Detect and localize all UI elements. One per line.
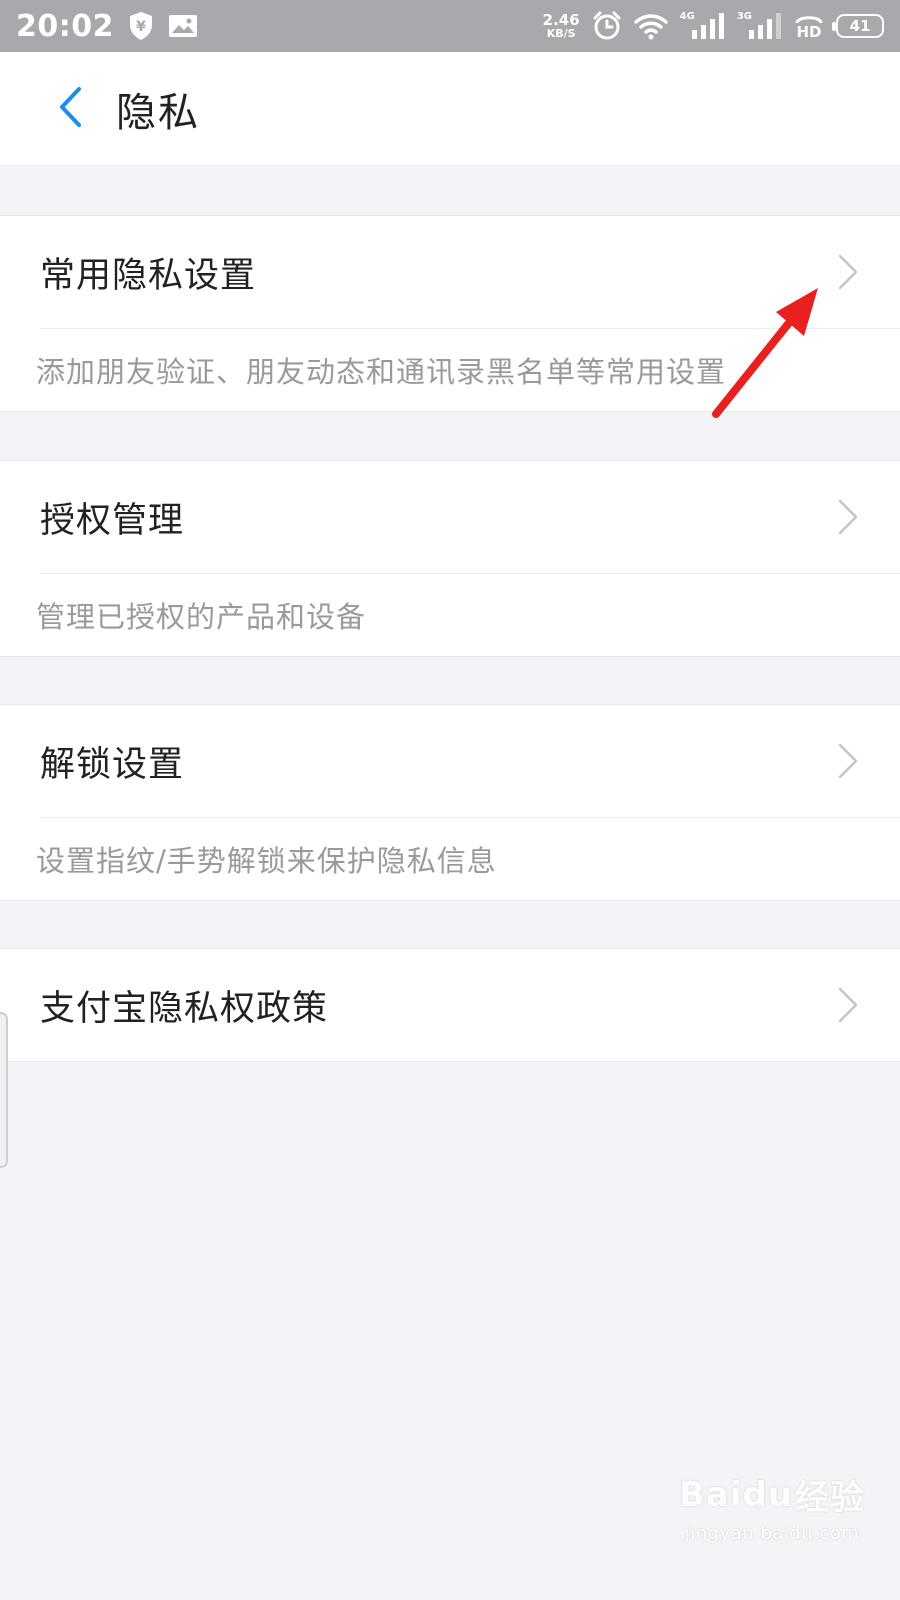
section-authorization: 授权管理 管理已授权的产品和设备 (0, 460, 900, 657)
authorization-management-label: 授权管理 (40, 500, 185, 541)
unlock-settings-label: 解锁设置 (40, 744, 185, 785)
net-speed-unit: KB/S (546, 27, 576, 40)
sim1-type: 4G (679, 10, 695, 22)
battery-icon: 41 (832, 14, 884, 38)
chevron-left-icon (55, 85, 85, 133)
image-notification-icon (168, 14, 198, 38)
signal-4g-icon: 4G (679, 10, 725, 40)
shield-yen-icon: ¥ (128, 11, 154, 41)
unlock-settings-item[interactable]: 解锁设置 (0, 705, 900, 817)
status-bar: 20:02 ¥ 2.46 KB/S 4G 3G HD 41 (0, 0, 900, 52)
status-time: 20:02 (16, 8, 114, 44)
chevron-right-icon (836, 252, 860, 292)
signal-3g-icon: 3G (736, 10, 782, 40)
page-title: 隐私 (116, 89, 200, 136)
hd-voice-icon: HD (794, 13, 824, 40)
hd-label: HD (796, 22, 822, 41)
section-privacy-policy: 支付宝隐私权政策 (0, 948, 900, 1062)
authorization-management-item[interactable]: 授权管理 (0, 461, 900, 573)
battery-level: 41 (849, 17, 871, 35)
nav-header: 隐私 (0, 52, 900, 166)
floating-edge-handle[interactable] (0, 1012, 8, 1168)
sim2-type: 3G (736, 10, 752, 22)
wifi-icon (633, 12, 668, 40)
chevron-right-icon (836, 497, 860, 537)
common-privacy-settings-description: 添加朋友验证、朋友动态和通讯录黑名单等常用设置 (36, 355, 727, 389)
net-speed-value: 2.46 (542, 11, 580, 29)
section-unlock: 解锁设置 设置指纹/手势解锁来保护隐私信息 (0, 704, 900, 901)
chevron-right-icon (836, 741, 860, 781)
alipay-privacy-policy-label: 支付宝隐私权政策 (40, 988, 329, 1029)
watermark-url: jingyan.baidu.com (684, 1523, 860, 1544)
svg-text:¥: ¥ (136, 19, 146, 35)
watermark-brand: Baidu (678, 1474, 794, 1515)
alarm-icon (592, 11, 622, 41)
section-common-privacy: 常用隐私设置 添加朋友验证、朋友动态和通讯录黑名单等常用设置 (0, 215, 900, 412)
net-speed: 2.46 KB/S (542, 11, 580, 40)
baidu-watermark: Baidu 经验 jingyan.baidu.com (672, 1470, 872, 1580)
chevron-right-icon (836, 985, 860, 1025)
common-privacy-settings-label: 常用隐私设置 (40, 255, 257, 296)
authorization-management-description: 管理已授权的产品和设备 (36, 600, 367, 634)
back-button[interactable] (30, 69, 110, 149)
alipay-privacy-policy-item[interactable]: 支付宝隐私权政策 (0, 949, 900, 1061)
watermark-brand-cn: 经验 (795, 1478, 866, 1518)
common-privacy-settings-item[interactable]: 常用隐私设置 (0, 216, 900, 328)
unlock-settings-description: 设置指纹/手势解锁来保护隐私信息 (36, 844, 497, 878)
